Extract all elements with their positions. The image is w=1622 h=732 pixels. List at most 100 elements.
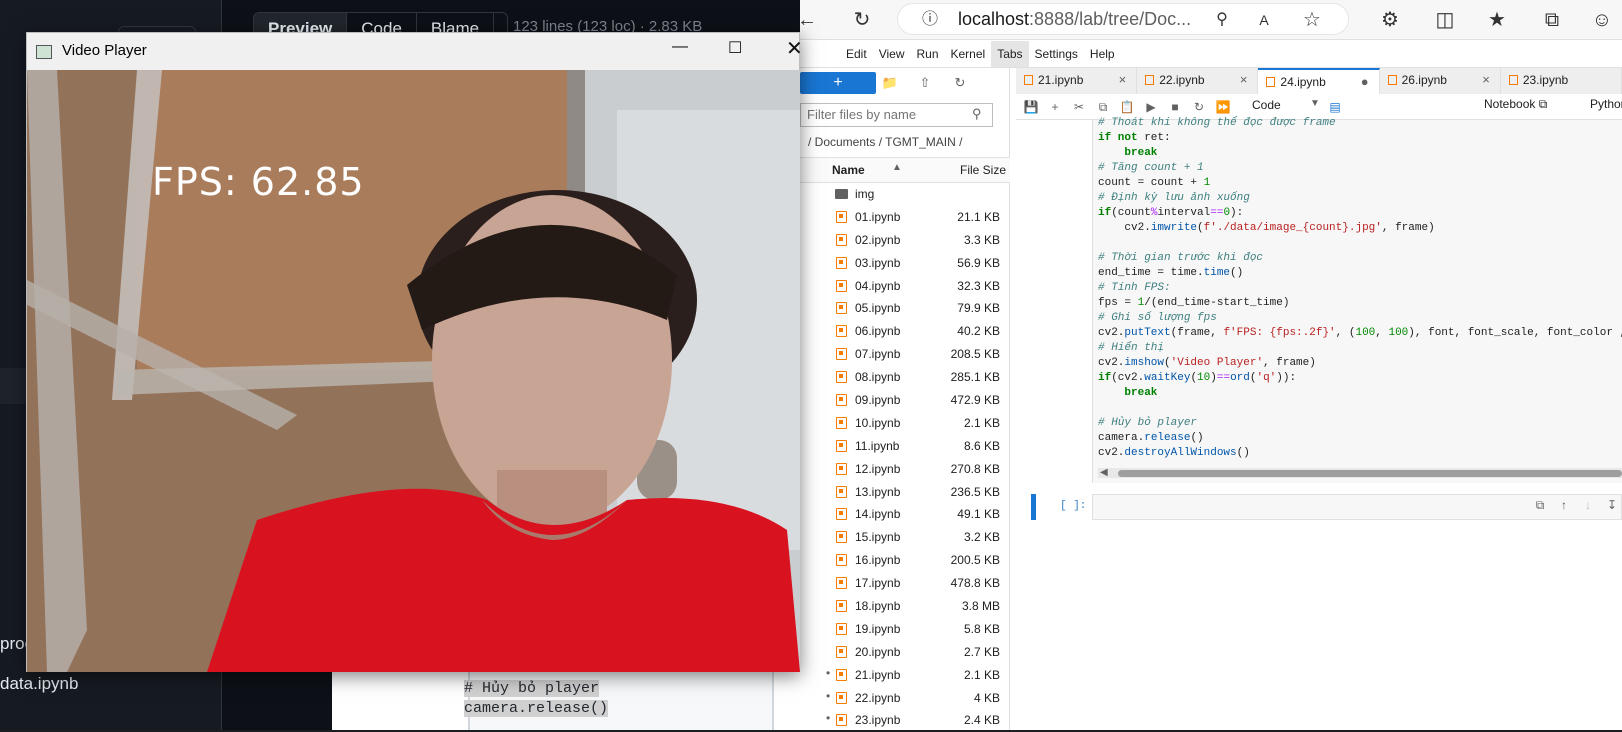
move-up-icon[interactable]: ↑ <box>1556 498 1572 514</box>
notebook-icon <box>836 256 847 269</box>
file-name: 23.ipynb <box>855 713 901 728</box>
minimize-icon[interactable]: — <box>672 38 688 56</box>
close-tab-icon[interactable]: × <box>1482 72 1490 87</box>
file-row[interactable]: 20.ipynb 2.7 KB <box>800 641 1010 664</box>
menu-edit[interactable]: Edit <box>840 41 873 67</box>
notebook-tab[interactable]: 22.ipynb × <box>1137 68 1259 94</box>
file-size: 21.1 KB <box>957 209 1000 224</box>
window-title: Video Player <box>62 42 147 59</box>
notebook-icon <box>836 554 847 567</box>
file-row[interactable]: • 21.ipynb 2.1 KB <box>800 664 1010 687</box>
new-folder-icon[interactable]: 📁 <box>880 73 900 93</box>
file-row[interactable]: 18.ipynb 3.8 MB <box>800 595 1010 618</box>
menu-kernel[interactable]: Kernel <box>945 41 992 67</box>
file-row[interactable]: 16.ipynb 200.5 KB <box>800 549 1010 572</box>
back-icon[interactable]: ← <box>795 8 819 32</box>
cell-type-select[interactable]: Code <box>1252 98 1281 112</box>
file-row[interactable]: 17.ipynb 478.8 KB <box>800 572 1010 595</box>
file-row[interactable]: 12.ipynb 270.8 KB <box>800 458 1010 481</box>
file-row[interactable]: 01.ipynb 21.1 KB <box>800 206 1010 229</box>
save-icon[interactable]: 💾 <box>1022 98 1040 116</box>
active-cell-indicator <box>1031 494 1036 520</box>
file-row[interactable]: • 22.ipynb 4 KB <box>800 687 1010 710</box>
kernel-name[interactable]: Python <box>1590 97 1622 111</box>
file-row[interactable]: • 23.ipynb 2.4 KB <box>800 709 1010 732</box>
file-row[interactable]: img <box>800 183 1010 206</box>
file-row[interactable]: 14.ipynb 49.1 KB <box>800 503 1010 526</box>
menu-run[interactable]: Run <box>910 41 944 67</box>
file-size: 2.7 KB <box>963 644 1000 659</box>
cut-icon[interactable]: ✂ <box>1070 98 1088 116</box>
copy-icon[interactable]: ⧉ <box>1094 98 1112 116</box>
close-tab-icon[interactable]: × <box>1240 72 1248 87</box>
file-row[interactable]: 06.ipynb 40.2 KB <box>800 320 1010 343</box>
close-icon[interactable]: ✕ <box>786 36 803 61</box>
notebook-tab[interactable]: 23.ipynb <box>1500 68 1622 94</box>
paste-icon[interactable]: 📋 <box>1118 98 1136 116</box>
read-aloud-icon[interactable]: A <box>1252 8 1276 32</box>
file-name: 09.ipynb <box>855 393 901 408</box>
column-name[interactable]: Name <box>832 163 865 177</box>
github-file-item[interactable]: data.ipynb <box>0 674 78 694</box>
file-row[interactable]: 09.ipynb 472.9 KB <box>800 389 1010 412</box>
kernel-label[interactable]: Notebook ⧉ <box>1484 97 1547 112</box>
file-name: 16.ipynb <box>855 553 901 568</box>
file-row[interactable]: 05.ipynb 79.9 KB <box>800 297 1010 320</box>
profile-icon[interactable]: ☺ <box>1590 8 1614 32</box>
notebook-tab[interactable]: 26.ipynb × <box>1379 68 1501 94</box>
maximize-icon[interactable]: ☐ <box>728 38 742 58</box>
run-icon[interactable]: ▶ <box>1142 98 1160 116</box>
filter-input[interactable]: Filter files by name <box>800 103 993 127</box>
code-editor[interactable]: # Thoát khi không thể đọc được frame if … <box>1098 116 1622 461</box>
stop-icon[interactable]: ■ <box>1166 98 1184 116</box>
notebook-tab[interactable]: 24.ipynb ● <box>1258 68 1380 94</box>
menu-help[interactable]: Help <box>1084 41 1121 67</box>
scrollbar-thumb[interactable] <box>1118 470 1622 477</box>
file-row[interactable]: 11.ipynb 8.6 KB <box>800 435 1010 458</box>
file-name: 17.ipynb <box>855 576 901 591</box>
property-inspector-icon[interactable]: ▤ <box>1326 98 1344 116</box>
upload-icon[interactable]: ⇧ <box>915 73 935 93</box>
zoom-icon[interactable]: ⚲ <box>1210 8 1234 32</box>
menu-settings[interactable]: Settings <box>1029 41 1084 67</box>
move-down-icon[interactable]: ↓ <box>1580 498 1596 514</box>
notebook-tab[interactable]: 21.ipynb × <box>1016 68 1138 94</box>
add-cell-icon[interactable]: + <box>1046 98 1064 116</box>
file-row[interactable]: 04.ipynb 32.3 KB <box>800 275 1010 298</box>
unsaved-dot-icon[interactable]: ● <box>1361 74 1369 89</box>
favorites-icon[interactable]: ★ <box>1485 8 1509 32</box>
refresh-files-icon[interactable]: ↻ <box>950 73 970 93</box>
menu-tabs[interactable]: Tabs <box>991 40 1029 67</box>
file-name: 21.ipynb <box>855 667 901 682</box>
notebook-icon <box>836 462 847 475</box>
file-row[interactable]: 03.ipynb 56.9 KB <box>800 252 1010 275</box>
file-size: 472.9 KB <box>950 393 1000 408</box>
restart-icon[interactable]: ↻ <box>1190 98 1208 116</box>
scroll-left-icon[interactable]: ◀ <box>1100 467 1108 478</box>
close-tab-icon[interactable]: × <box>1119 72 1127 87</box>
file-row[interactable]: 13.ipynb 236.5 KB <box>800 481 1010 504</box>
extensions-icon[interactable]: ⚙ <box>1378 8 1402 32</box>
split-screen-icon[interactable]: ◫ <box>1433 8 1457 32</box>
file-size: 79.9 KB <box>957 301 1000 316</box>
file-row[interactable]: 15.ipynb 3.2 KB <box>800 526 1010 549</box>
file-row[interactable]: 08.ipynb 285.1 KB <box>800 366 1010 389</box>
insert-below-icon[interactable]: ↧ <box>1604 498 1620 514</box>
file-row[interactable]: 02.ipynb 3.3 KB <box>800 229 1010 252</box>
collections-icon[interactable]: ⧉ <box>1540 8 1564 32</box>
menu-view[interactable]: View <box>873 41 911 67</box>
new-launcher-button[interactable]: + <box>800 72 876 94</box>
duplicate-cell-icon[interactable]: ⧉ <box>1532 498 1548 514</box>
url-text[interactable]: localhost:8888/lab/tree/Doc... <box>958 9 1191 30</box>
favorite-star-icon[interactable]: ☆ <box>1300 8 1324 32</box>
breadcrumb[interactable]: / Documents / TGMT_MAIN / <box>808 135 962 149</box>
notebook-icon <box>836 645 847 658</box>
run-all-icon[interactable]: ⏩ <box>1214 98 1232 116</box>
file-row[interactable]: 07.ipynb 208.5 KB <box>800 343 1010 366</box>
notebook-icon <box>836 577 847 590</box>
column-file-size[interactable]: File Size <box>960 163 1006 177</box>
file-row[interactable]: 10.ipynb 2.1 KB <box>800 412 1010 435</box>
refresh-icon[interactable]: ↻ <box>850 8 874 32</box>
file-row[interactable]: 19.ipynb 5.8 KB <box>800 618 1010 641</box>
site-info-icon[interactable]: ⓘ <box>918 8 942 32</box>
